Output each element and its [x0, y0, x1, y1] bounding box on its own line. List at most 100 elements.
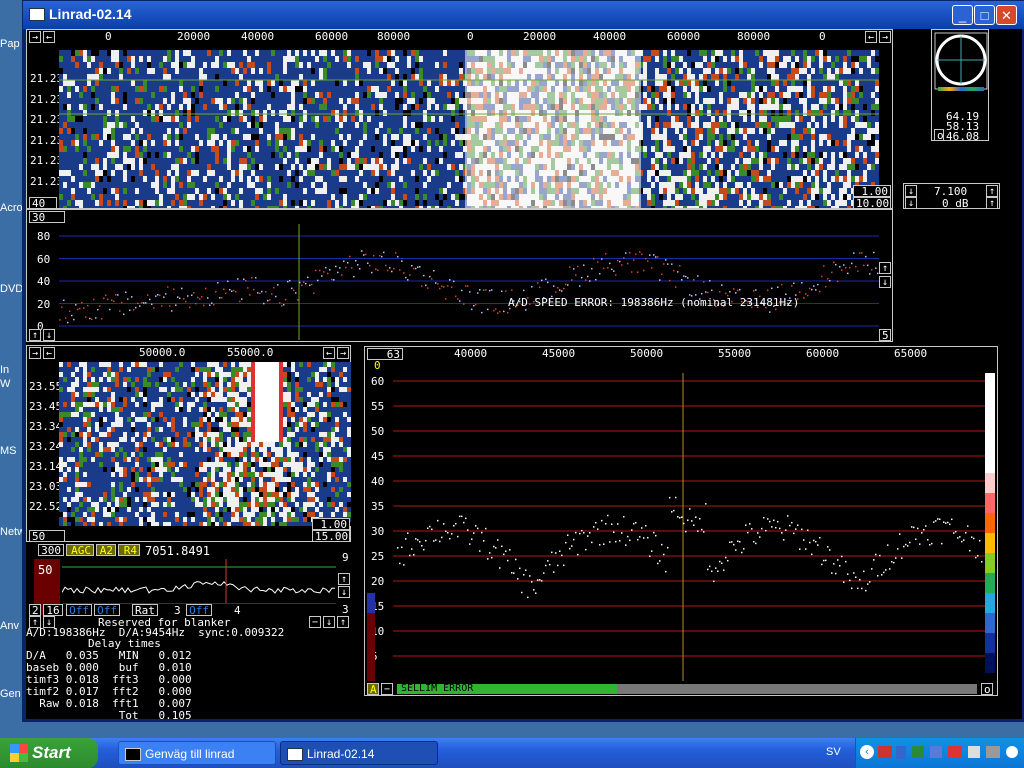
waterfall-cell	[687, 134, 691, 140]
desktop-icon-label[interactable]: MS	[0, 445, 17, 457]
waterfall-cell	[291, 56, 295, 62]
waterfall-cell	[303, 206, 307, 208]
waterfall-cell	[443, 176, 447, 182]
waterfall-cell	[747, 74, 751, 80]
arrow-right-icon[interactable]: →	[29, 31, 41, 43]
waterfall-cell	[127, 98, 131, 104]
waterfall-cell	[195, 104, 199, 110]
waterfall-cell	[711, 86, 715, 92]
waterfall-cell	[115, 92, 119, 98]
waterfall-cell	[403, 128, 407, 134]
waterfall-cell	[199, 188, 203, 194]
waterfall-cell	[103, 122, 107, 128]
waterfall-cell	[403, 194, 407, 200]
waterfall-cell	[775, 80, 779, 86]
waterfall-cell	[63, 80, 67, 86]
waterfall-cell	[263, 146, 267, 152]
freq-tick: 20000	[523, 30, 557, 43]
waterfall-cell	[347, 158, 351, 164]
main-waterfall-image[interactable]	[59, 50, 879, 208]
waterfall-cell	[435, 140, 439, 146]
waterfall-cell	[755, 194, 759, 200]
waterfall-cell	[271, 86, 275, 92]
waterfall-cell	[203, 62, 207, 68]
waterfall-cell	[351, 152, 355, 158]
waterfall-cell	[79, 86, 83, 92]
waterfall-cell	[303, 50, 307, 56]
minimize-button[interactable]: _	[952, 5, 973, 25]
desktop-icon-label[interactable]: Pap	[0, 38, 20, 50]
waterfall-cell	[191, 62, 195, 68]
arrow-left-icon[interactable]: ←	[43, 31, 55, 43]
waterfall-cell	[267, 152, 271, 158]
waterfall-cell	[283, 56, 287, 62]
waterfall-cell	[103, 134, 107, 140]
waterfall-cell	[787, 164, 791, 170]
waterfall-cell	[327, 176, 331, 182]
waterfall-cell	[243, 110, 247, 116]
waterfall-cell	[787, 200, 791, 206]
waterfall-cell	[723, 134, 727, 140]
waterfall-cell	[763, 74, 767, 80]
waterfall-cell	[727, 68, 731, 74]
waterfall-cell	[227, 134, 231, 140]
waterfall-cell	[67, 140, 71, 146]
waterfall-cell	[351, 176, 355, 182]
desktop-icon-label[interactable]: Anv	[0, 620, 19, 632]
waterfall-cell	[391, 56, 395, 62]
waterfall-cell	[187, 116, 191, 122]
waterfall-cell	[79, 92, 83, 98]
desktop-icon-label[interactable]: Gen	[0, 688, 21, 700]
waterfall-cell	[455, 188, 459, 194]
waterfall-cell	[431, 98, 435, 104]
desktop-icon-label[interactable]: DVD	[0, 283, 23, 295]
waterfall-cell	[75, 188, 79, 194]
desktop-icon-label[interactable]: W	[0, 378, 10, 390]
desktop-icon-label[interactable]: In	[0, 364, 9, 376]
waterfall-cell	[351, 128, 355, 134]
waterfall-cell	[303, 188, 307, 194]
waterfall-cell	[159, 194, 163, 200]
waterfall-cell	[111, 164, 115, 170]
waterfall-cell	[99, 104, 103, 110]
waterfall-cell	[67, 188, 71, 194]
waterfall-cell	[275, 200, 279, 206]
waterfall-cell	[179, 170, 183, 176]
waterfall-cell	[403, 164, 407, 170]
waterfall-cell	[223, 110, 227, 116]
waterfall-cell	[367, 152, 371, 158]
waterfall-cell	[259, 50, 263, 56]
arrow-right-icon[interactable]: →	[879, 31, 891, 43]
waterfall-cell	[643, 134, 647, 140]
waterfall-cell	[227, 164, 231, 170]
arrow-left-icon[interactable]: ←	[865, 31, 877, 43]
waterfall-cell	[411, 116, 415, 122]
waterfall-cell	[443, 206, 447, 208]
waterfall-cell	[775, 164, 779, 170]
close-button[interactable]: ✕	[996, 5, 1017, 25]
waterfall-cell	[231, 68, 235, 74]
waterfall-cell	[671, 50, 675, 56]
waterfall-cell	[363, 146, 367, 152]
maximize-button[interactable]: □	[974, 5, 995, 25]
waterfall-cell	[759, 50, 763, 56]
waterfall-cell	[727, 110, 731, 116]
waterfall-cell	[715, 50, 719, 56]
waterfall-cell	[707, 134, 711, 140]
waterfall-cell	[751, 104, 755, 110]
waterfall-cell	[251, 50, 255, 56]
waterfall-cell	[287, 140, 291, 146]
waterfall-cell	[131, 104, 135, 110]
waterfall-cell	[111, 74, 115, 80]
waterfall-cell	[707, 152, 711, 158]
waterfall-cell	[443, 110, 447, 116]
title-bar[interactable]: Linrad-02.14 _ □ ✕	[23, 1, 1024, 29]
waterfall-cell	[323, 140, 327, 146]
waterfall-cell	[259, 56, 263, 62]
waterfall-cell	[791, 134, 795, 140]
desktop-icon-label[interactable]: Acro	[0, 202, 23, 214]
waterfall-cell	[691, 92, 695, 98]
waterfall-cell	[763, 116, 767, 122]
waterfall-cell	[191, 158, 195, 164]
waterfall-cell	[319, 80, 323, 86]
